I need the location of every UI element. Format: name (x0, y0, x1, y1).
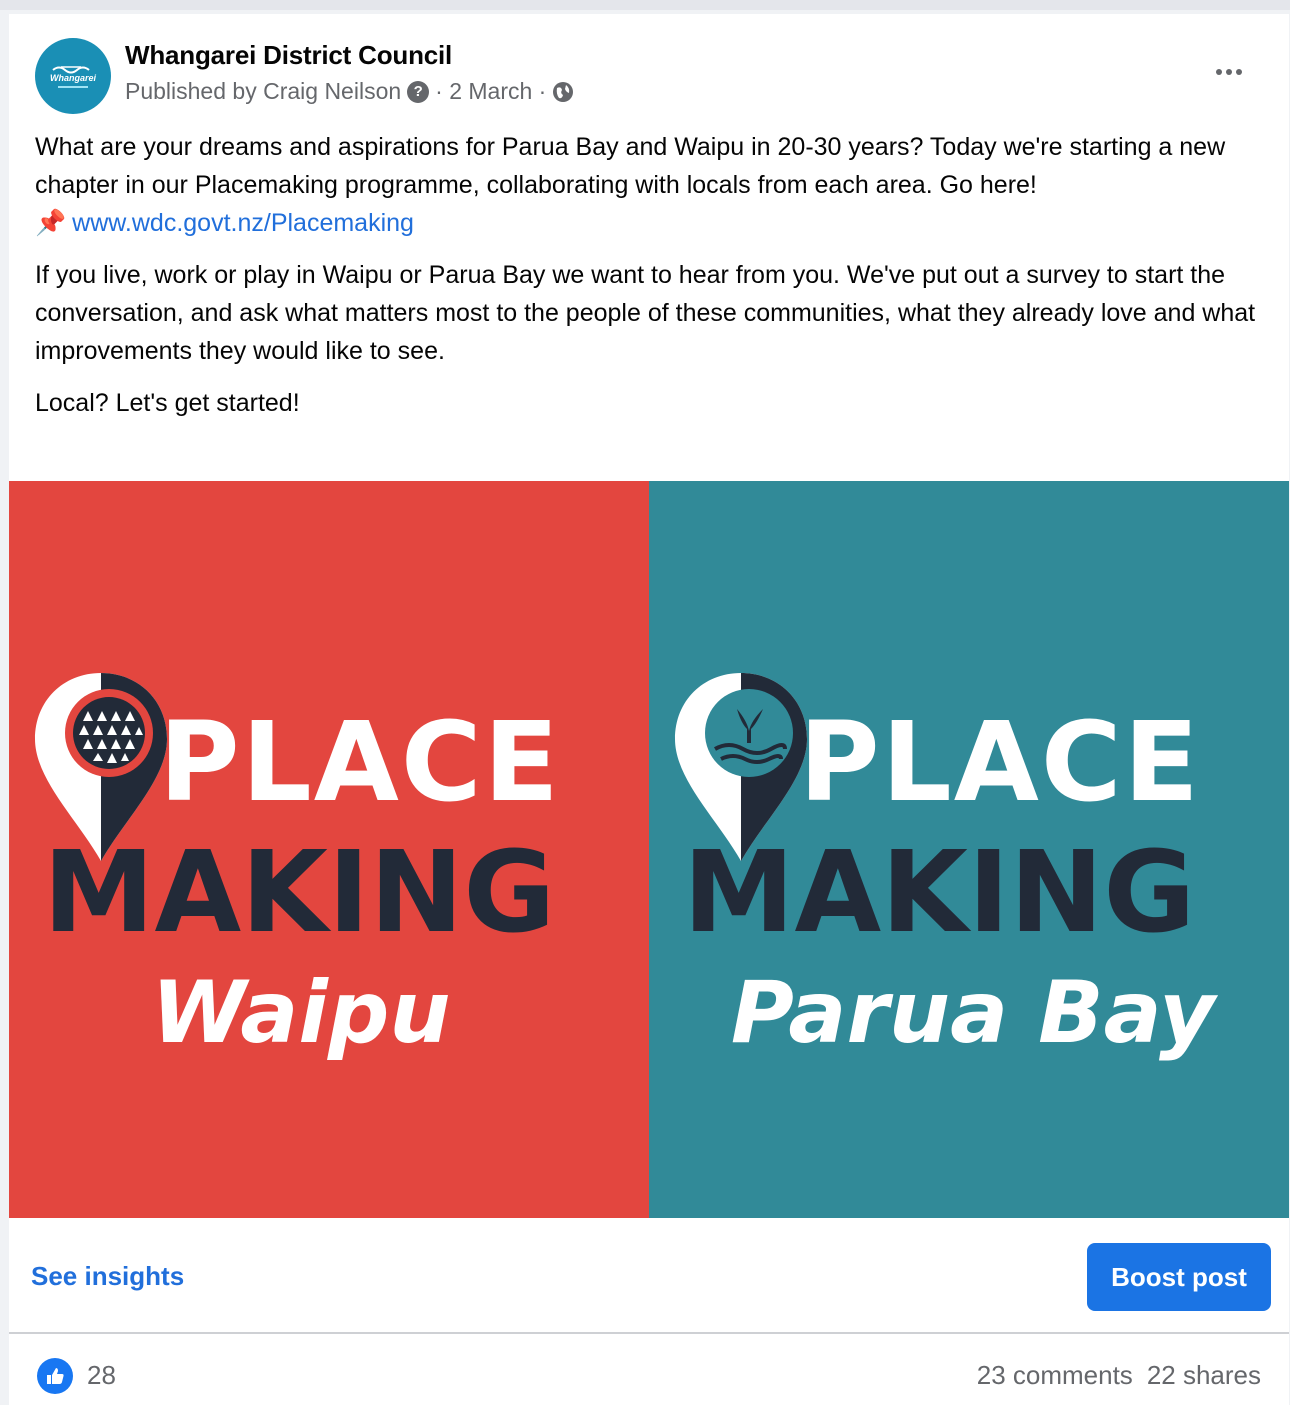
image-panel-parua-bay: PLACE MAKING Parua Bay (649, 481, 1289, 1218)
avatar-logo-text: Whangarei (49, 73, 96, 83)
like-count[interactable]: 28 (87, 1360, 116, 1391)
engagement-stats: 23 comments 22 shares (977, 1360, 1261, 1391)
avatar-logo-underline (58, 86, 88, 88)
help-icon[interactable]: ? (407, 80, 430, 103)
post-paragraph-1: What are your dreams and aspirations for… (35, 133, 1226, 199)
waipu-place-word: PLACE (159, 698, 561, 826)
post-paragraph-3: Local? Let's get started! (35, 389, 300, 417)
parua-bay-making-word: MAKING (683, 828, 1196, 958)
post-date[interactable]: · 2 March · (435, 78, 546, 105)
placemaking-link[interactable]: www.wdc.govt.nz/Placemaking (72, 204, 414, 242)
post-paragraph-2: If you live, work or play in Waipu or Pa… (35, 261, 1256, 365)
comments-count[interactable]: 23 comments (977, 1360, 1133, 1391)
pushpin-icon: 📌 (35, 209, 67, 237)
waipu-making-word: MAKING (43, 828, 556, 958)
like-reaction-icon[interactable] (37, 1358, 73, 1394)
post-meta: Published by Craig Neilson ? · 2 March · (125, 78, 574, 105)
image-panel-waipu: PLACE MAKING Waipu (9, 481, 649, 1218)
link-row: 📌 www.wdc.govt.nz/Placemaking (35, 204, 1265, 242)
waipu-location-name: Waipu (151, 963, 451, 1063)
see-insights-link[interactable]: See insights (31, 1261, 184, 1292)
parua-bay-place-word: PLACE (799, 698, 1201, 826)
post-body: What are your dreams and aspirations for… (35, 128, 1265, 422)
more-options-icon[interactable] (1209, 62, 1249, 82)
page-avatar[interactable]: Whangarei (35, 38, 111, 114)
post-image[interactable]: PLACE MAKING Waipu PLACE MAKING Parua Ba… (9, 481, 1289, 1218)
parua-bay-location-name: Parua Bay (730, 963, 1216, 1063)
page-name-link[interactable]: Whangarei District Council (125, 40, 452, 71)
boost-post-button[interactable]: Boost post (1087, 1243, 1271, 1311)
published-by: Published by Craig Neilson (125, 78, 402, 104)
post-card: Whangarei Whangarei District Council Pub… (9, 14, 1289, 1405)
globe-icon (552, 81, 574, 103)
feed-background-top (0, 0, 1290, 10)
divider (9, 1332, 1289, 1334)
shares-count[interactable]: 22 shares (1147, 1360, 1261, 1391)
